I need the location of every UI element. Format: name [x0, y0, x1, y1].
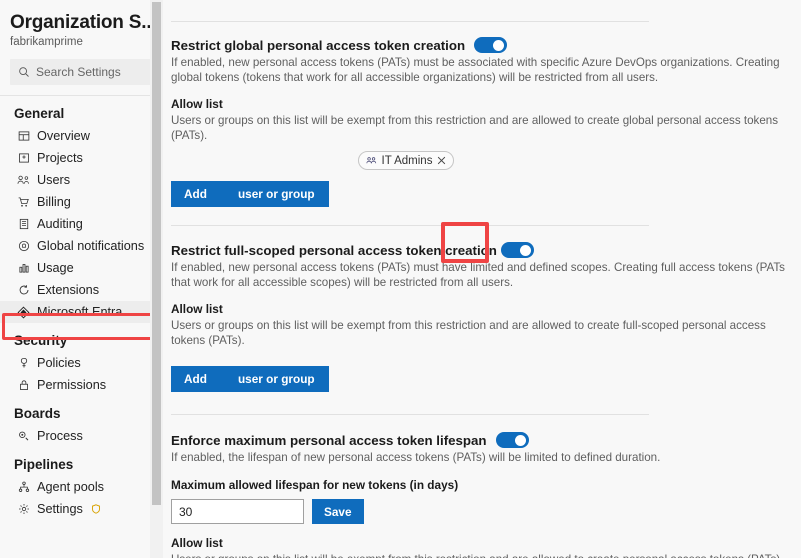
usage-chart-icon [17, 262, 30, 275]
lifespan-field-row: Save [171, 499, 801, 524]
sidebar-item-auditing[interactable]: Auditing [0, 213, 163, 235]
sidebar-item-label: Usage [37, 261, 74, 275]
sidebar-item-label: Users [37, 173, 71, 187]
sidebar-item-users[interactable]: Users [0, 169, 163, 191]
toggle-knob [514, 434, 526, 446]
lifespan-input[interactable] [171, 499, 304, 524]
sidebar-item-policies[interactable]: Policies [0, 352, 163, 374]
setting-title: Restrict full-scoped personal access tok… [171, 242, 497, 258]
sidebar-item-label: Permissions [37, 378, 107, 392]
projects-icon [17, 152, 30, 165]
allow-list-description: Users or groups on this list will be exe… [171, 552, 789, 558]
add-button-rest: user or group [237, 187, 315, 201]
enforce-max-lifespan-toggle[interactable] [495, 432, 529, 448]
process-icon [17, 430, 30, 443]
add-user-or-group-button[interactable]: Add user or group [171, 181, 329, 207]
setting-header: Restrict global personal access token cr… [171, 37, 801, 53]
sidebar-item-label: Process [37, 429, 83, 443]
add-user-or-group-button[interactable]: Add user or group [171, 366, 329, 392]
setting-title: Restrict global personal access token cr… [171, 37, 466, 53]
search-input[interactable]: Search Settings [10, 59, 153, 85]
setting-description: If enabled, new personal access tokens (… [171, 56, 780, 84]
add-button-strong: Add [184, 187, 207, 201]
permissions-lock-icon [17, 379, 30, 392]
sidebar-item-usage[interactable]: Usage [0, 257, 163, 279]
billing-cart-icon [17, 196, 30, 209]
allow-list-description: Users or groups on this list will be exe… [171, 319, 766, 347]
auditing-icon [17, 218, 30, 231]
sidebar-item-agent-pools[interactable]: Agent pools [0, 476, 163, 498]
allow-list-title: Allow list [171, 97, 223, 111]
setting-description: If enabled, new personal access tokens (… [171, 261, 785, 289]
toggle-knob [519, 244, 531, 256]
close-icon[interactable] [437, 156, 446, 165]
setting-description: If enabled, the lifespan of new personal… [171, 451, 661, 464]
sidebar-item-projects[interactable]: Projects [0, 147, 163, 169]
sidebar-scrollbar[interactable] [150, 0, 163, 558]
sidebar-item-label: Policies [37, 356, 81, 370]
setting-header: Enforce maximum personal access token li… [171, 432, 801, 448]
overview-icon [17, 130, 30, 143]
sidebar-item-process[interactable]: Process [0, 425, 163, 447]
page-title: Organization S... [10, 12, 157, 33]
nav-group-pipelines: Pipelines [14, 457, 74, 472]
sidebar-item-extensions[interactable]: Extensions [0, 279, 163, 301]
chip-label: IT Admins [381, 154, 433, 167]
sidebar: Organization S... fabrikamprime Search S… [0, 0, 163, 558]
sidebar-item-microsoft-entra[interactable]: Microsoft Entra [0, 301, 163, 323]
sidebar-item-settings[interactable]: Settings [0, 498, 163, 520]
sidebar-item-label: Projects [37, 151, 83, 165]
section-enforce-max-lifespan: Enforce maximum personal access token li… [168, 415, 801, 558]
setting-header: Restrict full-scoped personal access tok… [171, 242, 801, 258]
nav-group-general: General [14, 106, 65, 121]
organization-name: fabrikamprime [10, 36, 83, 48]
search-placeholder: Search Settings [36, 65, 121, 79]
setting-title: Enforce maximum personal access token li… [171, 432, 487, 448]
organization-settings-page: Organization S... fabrikamprime Search S… [0, 0, 801, 558]
section-restrict-global: Restrict global personal access token cr… [168, 22, 801, 207]
sidebar-item-label: Global notifications [37, 239, 145, 253]
allow-list-chip[interactable]: IT Admins [357, 151, 455, 170]
policies-shield-icon [17, 357, 30, 370]
allow-list-chips: IT Admins [171, 151, 801, 170]
users-icon [17, 174, 30, 187]
sidebar-item-label: Extensions [37, 283, 100, 297]
sidebar-item-label: Auditing [37, 217, 83, 231]
entra-diamond-icon [17, 306, 30, 319]
sidebar-item-label: Overview [37, 129, 90, 143]
agent-pools-icon [17, 481, 30, 494]
sidebar-item-label: Microsoft Entra [37, 305, 123, 319]
section-restrict-full-scoped: Restrict full-scoped personal access tok… [168, 226, 801, 392]
nav-group-security: Security [14, 333, 68, 348]
shield-warning-badge [91, 504, 101, 514]
save-button[interactable]: Save [312, 499, 364, 524]
sidebar-scrollbar-thumb[interactable] [152, 2, 161, 505]
search-icon [18, 66, 30, 78]
sidebar-item-global-notifications[interactable]: Global notifications [0, 235, 163, 257]
restrict-global-toggle[interactable] [474, 37, 508, 53]
extensions-icon [17, 284, 30, 297]
gear-icon [17, 503, 30, 516]
sidebar-item-label: Settings [37, 502, 83, 516]
allow-list-title: Allow list [171, 302, 223, 316]
lifespan-field-label: Maximum allowed lifespan for new tokens … [171, 478, 459, 492]
group-icon [366, 156, 377, 166]
sidebar-item-label: Agent pools [37, 480, 105, 494]
restrict-full-scoped-toggle[interactable] [500, 242, 534, 258]
sidebar-item-label: Billing [37, 195, 71, 209]
main-content: Restrict global personal access token cr… [163, 0, 801, 558]
nav-group-boards: Boards [14, 406, 61, 421]
sidebar-item-billing[interactable]: Billing [0, 191, 163, 213]
allow-list-description: Users or groups on this list will be exe… [171, 114, 779, 142]
sidebar-item-overview[interactable]: Overview [0, 125, 163, 147]
allow-list-title: Allow list [171, 536, 223, 550]
toggle-knob [493, 39, 505, 51]
sidebar-item-permissions[interactable]: Permissions [0, 374, 163, 396]
bell-notification-icon [17, 240, 30, 253]
add-button-strong: Add [184, 372, 207, 386]
add-button-rest: user or group [237, 372, 315, 386]
